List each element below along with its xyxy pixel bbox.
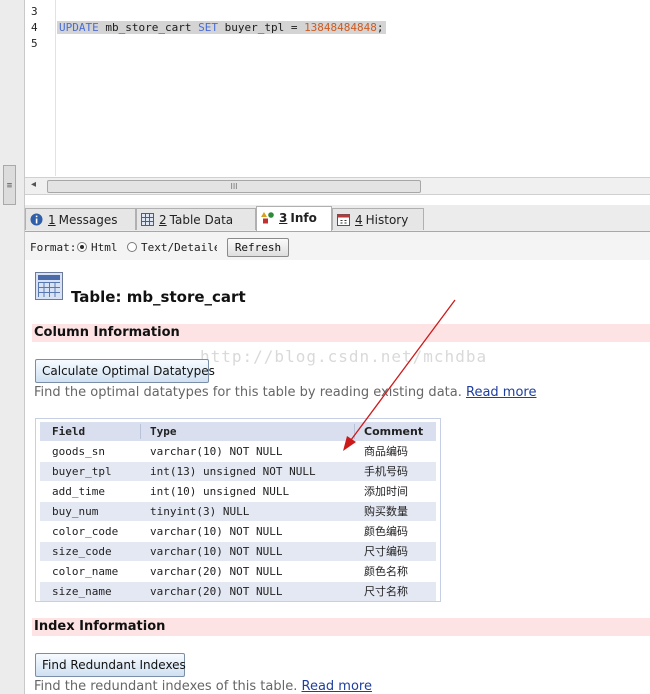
sql-keyword: UPDATE xyxy=(59,21,99,34)
comment-cell: 颜色编码 xyxy=(364,525,408,538)
tab-number: 3 xyxy=(279,211,288,225)
html-radio[interactable] xyxy=(77,242,87,252)
table-header-row: Field Type Comment xyxy=(40,422,436,441)
field-cell: size_code xyxy=(52,545,112,558)
description-text: Find the optimal datatypes for this tabl… xyxy=(34,385,462,400)
index-info-description: Find the redundant indexes of this table… xyxy=(34,679,372,694)
refresh-button[interactable]: Refresh xyxy=(227,238,289,257)
format-label: Format: xyxy=(30,241,77,254)
index-information-header: Index Information xyxy=(32,618,650,636)
info-circle-icon xyxy=(30,213,43,226)
sql-table-name: mb_store_cart xyxy=(98,21,199,34)
field-cell: buyer_tpl xyxy=(52,465,112,478)
columns-table: Field Type Comment goods_sn varchar(10) N… xyxy=(35,418,441,602)
comment-cell: 手机号码 xyxy=(364,465,408,478)
table-row[interactable]: goods_sn varchar(10) NOT NULL 商品编码 xyxy=(40,442,436,461)
text-detailed-radio-label[interactable]: Text/Detaile xyxy=(141,241,217,254)
tab-label: History xyxy=(365,213,409,227)
tab-label: Messages xyxy=(58,213,118,227)
column-info-description: Find the optimal datatypes for this tabl… xyxy=(34,385,536,400)
type-cell: varchar(10) NOT NULL xyxy=(150,545,283,558)
calculate-optimal-datatypes-button[interactable]: Calculate Optimal Datatypes xyxy=(35,359,215,383)
line-number: 4 xyxy=(31,21,38,34)
sql-editor[interactable]: 3 4 5 UPDATE mb_store_cart SET buyer_tpl… xyxy=(25,0,650,176)
left-panel-edge xyxy=(0,0,25,694)
field-cell: goods_sn xyxy=(52,445,105,458)
column-header-comment[interactable]: Comment xyxy=(364,422,423,441)
tab-messages[interactable]: 1 Messages xyxy=(25,208,136,230)
horizontal-scrollbar[interactable]: ◂ III xyxy=(25,177,650,195)
sql-update-statement[interactable]: UPDATE mb_store_cart SET buyer_tpl = 138… xyxy=(57,21,386,34)
sql-terminator: ; xyxy=(376,21,384,34)
read-more-link[interactable]: Read more xyxy=(466,385,536,400)
description-text: Find the redundant indexes of this table… xyxy=(34,679,298,694)
column-header-type[interactable]: Type xyxy=(150,422,177,441)
table-row[interactable]: buy_num tinyint(3) NULL 购买数量 xyxy=(40,502,436,521)
column-information-header: Column Information xyxy=(32,324,650,342)
table-title: Table: mb_store_cart xyxy=(71,288,246,306)
field-cell: buy_num xyxy=(52,505,99,518)
tab-label: Info xyxy=(290,211,317,225)
comment-cell: 添加时间 xyxy=(364,485,408,498)
scrollbar-grip: III xyxy=(230,182,238,191)
type-cell: int(13) unsigned NOT NULL xyxy=(150,465,316,478)
comment-cell: 尺寸编码 xyxy=(364,545,408,558)
table-row[interactable]: color_name varchar(20) NOT NULL 颜色名称 xyxy=(40,562,436,581)
line-number-gutter: 3 4 5 xyxy=(25,0,56,176)
table-row[interactable]: add_time int(10) unsigned NULL 添加时间 xyxy=(40,482,436,501)
tab-info[interactable]: 3 Info xyxy=(256,206,332,231)
tab-label: Table Data xyxy=(169,213,234,227)
column-header-field[interactable]: Field xyxy=(52,422,85,441)
sql-assignment: buyer_tpl = xyxy=(217,21,305,34)
type-cell: int(10) unsigned NULL xyxy=(150,485,290,498)
tab-table-data[interactable]: 2 Table Data xyxy=(136,208,256,230)
results-tab-bar: 1 Messages 2 Table Data 3 Info 4 History xyxy=(25,205,650,232)
line-number: 5 xyxy=(31,37,38,50)
table-row[interactable]: color_code varchar(10) NOT NULL 颜色编码 xyxy=(40,522,436,541)
selected-text: UPDATE mb_store_cart SET buyer_tpl = 138… xyxy=(57,21,386,34)
text-detailed-radio[interactable] xyxy=(127,242,137,252)
tab-number: 1 xyxy=(48,213,56,227)
type-cell: varchar(10) NOT NULL xyxy=(150,525,283,538)
type-cell: varchar(10) NOT NULL xyxy=(150,445,283,458)
type-cell: varchar(20) NOT NULL xyxy=(150,565,283,578)
tab-number: 4 xyxy=(355,213,363,227)
field-cell: color_name xyxy=(52,565,119,578)
field-cell: color_code xyxy=(52,525,119,538)
scrollbar-thumb[interactable]: III xyxy=(47,180,421,193)
comment-cell: 购买数量 xyxy=(364,505,408,518)
table-icon xyxy=(35,272,63,300)
html-radio-label[interactable]: Html xyxy=(91,241,118,254)
type-cell: varchar(20) NOT NULL xyxy=(150,585,283,598)
field-cell: size_name xyxy=(52,585,112,598)
table-row[interactable]: buyer_tpl int(13) unsigned NOT NULL 手机号码 xyxy=(40,462,436,481)
format-toolbar: Format: Html Text/Detaile Refresh xyxy=(25,232,650,260)
tab-history[interactable]: 4 History xyxy=(332,208,424,230)
comment-cell: 尺寸名称 xyxy=(364,585,408,598)
read-more-link[interactable]: Read more xyxy=(302,679,372,694)
splitter-handle[interactable]: ≡ xyxy=(3,165,16,205)
shapes-icon xyxy=(261,212,274,224)
scroll-left-arrow-icon[interactable]: ◂ xyxy=(31,179,36,190)
type-cell: tinyint(3) NULL xyxy=(150,505,250,518)
watermark-text: http://blog.csdn.net/mchdba xyxy=(200,347,488,366)
find-redundant-indexes-button[interactable]: Find Redundant Indexes xyxy=(35,653,186,677)
table-row[interactable]: size_name varchar(20) NOT NULL 尺寸名称 xyxy=(40,582,436,601)
grid-icon xyxy=(141,213,154,226)
comment-cell: 商品编码 xyxy=(364,445,408,458)
calendar-icon xyxy=(337,214,350,226)
sql-number: 13848484848 xyxy=(304,21,377,34)
field-cell: add_time xyxy=(52,485,105,498)
tab-number: 2 xyxy=(159,213,167,227)
comment-cell: 颜色名称 xyxy=(364,565,408,578)
table-row[interactable]: size_code varchar(10) NOT NULL 尺寸编码 xyxy=(40,542,436,561)
sql-keyword: SET xyxy=(198,21,218,34)
line-number: 3 xyxy=(31,5,38,18)
